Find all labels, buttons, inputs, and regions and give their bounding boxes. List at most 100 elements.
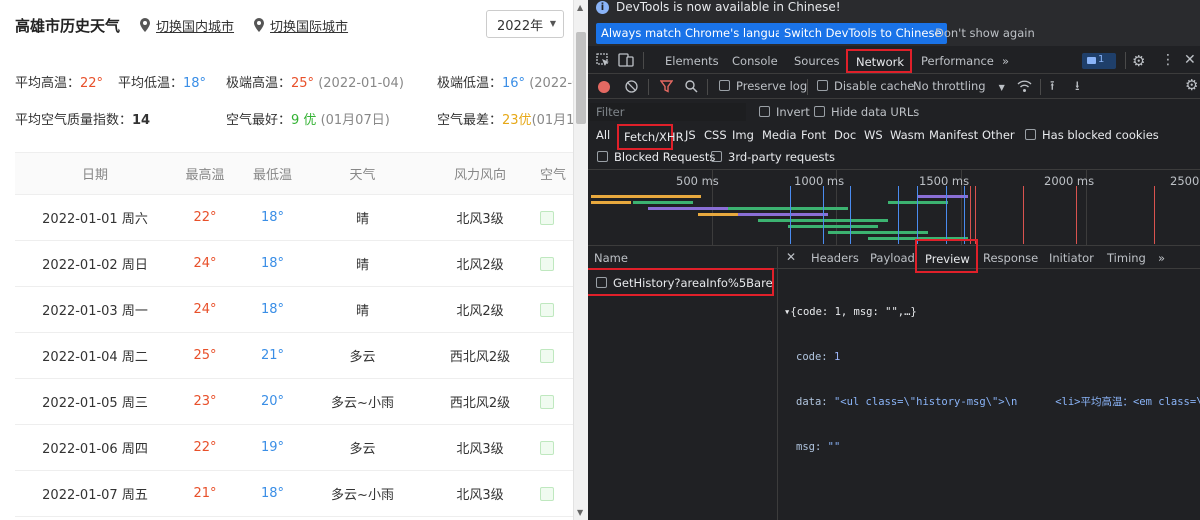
type-img[interactable]: Img	[732, 128, 754, 142]
tab-console[interactable]: Console	[732, 47, 778, 74]
year-select[interactable]: 2022年 ▼	[486, 10, 564, 38]
tab-response[interactable]: Response	[983, 251, 1038, 265]
filter-funnel-icon[interactable]	[660, 80, 673, 93]
type-wasm[interactable]: Wasm	[890, 128, 925, 142]
request-file-icon	[596, 277, 607, 288]
dont-show-again-button[interactable]: Don't show again	[930, 23, 1040, 44]
timeline-bar	[728, 207, 848, 210]
disable-cache-checkbox[interactable]: Disable cache	[817, 79, 914, 93]
type-doc[interactable]: Doc	[834, 128, 856, 142]
switch-intl-link[interactable]: 切换国际城市	[252, 16, 348, 35]
timeline-marker	[946, 186, 947, 244]
throttling-value: No throttling	[913, 79, 986, 93]
filter-bar: Filter Invert Hide data URLs	[588, 100, 1200, 124]
air-quality-tag	[540, 302, 554, 317]
tab-timing[interactable]: Timing	[1107, 251, 1146, 265]
invert-checkbox[interactable]: Invert	[759, 105, 810, 119]
device-toolbar-icon[interactable]	[618, 52, 634, 68]
tab-performance[interactable]: Performance	[921, 47, 994, 74]
switch-to-chinese-button[interactable]: Switch DevTools to Chinese	[779, 23, 947, 44]
table-row: 2022-01-01 周六 22° 18° 晴 北风3级	[15, 195, 573, 241]
type-fetch-xhr[interactable]: Fetch/XHR	[617, 124, 684, 150]
export-har-icon[interactable]: ⭳	[1075, 77, 1080, 99]
always-match-language-button[interactable]: Always match Chrome's language	[596, 23, 802, 44]
issues-badge[interactable]: 1	[1082, 53, 1116, 69]
table-row: 2022-01-07 周五 21° 18° 多云~小雨 北风3级	[15, 471, 573, 517]
record-stop-icon[interactable]	[598, 81, 610, 93]
page-scrollbar[interactable]: ▲ ▼	[573, 0, 588, 520]
timeline-bar	[738, 213, 828, 216]
type-all[interactable]: All	[596, 128, 610, 142]
filter-placeholder: Filter	[596, 105, 625, 119]
scroll-down-icon[interactable]: ▼	[577, 508, 583, 517]
stat-air-best: 空气最好：9 优 (01月07日)	[226, 113, 390, 128]
kebab-menu-icon[interactable]: ⋮	[1161, 45, 1175, 72]
type-media[interactable]: Media	[762, 128, 797, 142]
type-font[interactable]: Font	[801, 128, 826, 142]
more-detail-tabs-icon[interactable]: »	[1158, 251, 1165, 265]
table-row: 2022-01-05 周三 23° 20° 多云~小雨 西北风2级	[15, 379, 573, 425]
clear-icon[interactable]	[625, 80, 638, 93]
separator	[643, 52, 644, 69]
checkbox-box	[759, 106, 770, 117]
scroll-up-icon[interactable]: ▲	[577, 3, 583, 12]
tab-preview[interactable]: Preview	[915, 239, 978, 273]
cell-air	[540, 379, 573, 424]
air-quality-tag	[540, 348, 554, 363]
filter-input[interactable]: Filter	[590, 103, 746, 121]
stat-min-low: 极端低温：16° (2022-0	[437, 76, 573, 91]
inspect-element-icon[interactable]	[596, 53, 610, 67]
network-toolbar: Preserve log Disable cache No throttling…	[588, 75, 1200, 99]
tab-initiator[interactable]: Initiator	[1049, 251, 1094, 265]
timeline-marker	[898, 186, 899, 244]
cell-date: 2022-01-03 周一	[42, 304, 148, 319]
has-blocked-cookies-checkbox[interactable]: Has blocked cookies	[1025, 128, 1159, 142]
hide-data-urls-checkbox[interactable]: Hide data URLs	[814, 105, 919, 119]
type-css[interactable]: CSS	[704, 128, 727, 142]
timeline-marker	[1023, 186, 1024, 244]
settings-gear-icon[interactable]: ⚙	[1132, 45, 1145, 72]
third-party-checkbox[interactable]: 3rd-party requests	[711, 150, 835, 164]
preview-data-value: "<ul class=\"history-msg\">\n <li>平均高温：<…	[833, 396, 1200, 408]
cell-high: 21°	[193, 486, 217, 501]
cell-date: 2022-01-05 周三	[42, 396, 148, 411]
type-manifest[interactable]: Manifest	[929, 128, 978, 142]
type-js[interactable]: JS	[685, 128, 696, 142]
preserve-log-checkbox[interactable]: Preserve log	[719, 79, 807, 93]
checkbox-box	[814, 106, 825, 117]
timeline-marker	[964, 186, 965, 244]
checkbox-box	[719, 80, 730, 91]
name-column-header[interactable]: Name	[588, 247, 777, 269]
close-devtools-icon[interactable]: ✕	[1184, 45, 1196, 72]
cell-weather: 多云~小雨	[331, 396, 394, 411]
scrollbar-thumb[interactable]	[576, 32, 586, 124]
type-other[interactable]: Other	[982, 128, 1015, 142]
tab-sources[interactable]: Sources	[794, 47, 840, 74]
cell-air	[540, 195, 573, 240]
type-ws[interactable]: WS	[864, 128, 883, 142]
timeline-marker	[917, 186, 918, 244]
request-detail-tabs: ✕ Headers Payload Preview Response Initi…	[778, 239, 1200, 273]
more-tabs-icon[interactable]: »	[1002, 47, 1009, 74]
tab-network[interactable]: Network	[846, 49, 912, 73]
preserve-log-label: Preserve log	[736, 79, 808, 93]
timeline-marker	[1154, 186, 1155, 244]
preview-root[interactable]: ▾{code: 1, msg: "",…}	[784, 305, 1200, 320]
request-row-gethistory[interactable]: GetHistory?areaInfo%5Bareal...	[588, 268, 774, 296]
weather-page: 高雄市历史天气 切换国内城市 切换国际城市 2022年 ▼ 平均高温：22° 平…	[0, 0, 573, 520]
blocked-requests-checkbox[interactable]: Blocked Requests	[597, 150, 715, 164]
search-icon[interactable]	[685, 80, 698, 93]
tab-headers[interactable]: Headers	[811, 251, 859, 265]
throttling-select[interactable]: No throttling ▼	[913, 79, 1005, 93]
network-settings-gear-icon[interactable]: ⚙	[1185, 76, 1198, 94]
tab-elements[interactable]: Elements	[665, 47, 719, 74]
timeline-tick: 2500 ms	[1170, 174, 1200, 188]
close-detail-icon[interactable]: ✕	[786, 250, 796, 264]
switch-domestic-link[interactable]: 切换国内城市	[138, 16, 234, 35]
timeline-marker	[970, 186, 971, 244]
timeline-bar	[648, 207, 728, 210]
info-icon: i	[596, 1, 609, 14]
tab-payload[interactable]: Payload	[870, 251, 915, 265]
network-conditions-icon[interactable]	[1017, 80, 1032, 93]
import-har-icon[interactable]: ⭱	[1050, 77, 1055, 99]
